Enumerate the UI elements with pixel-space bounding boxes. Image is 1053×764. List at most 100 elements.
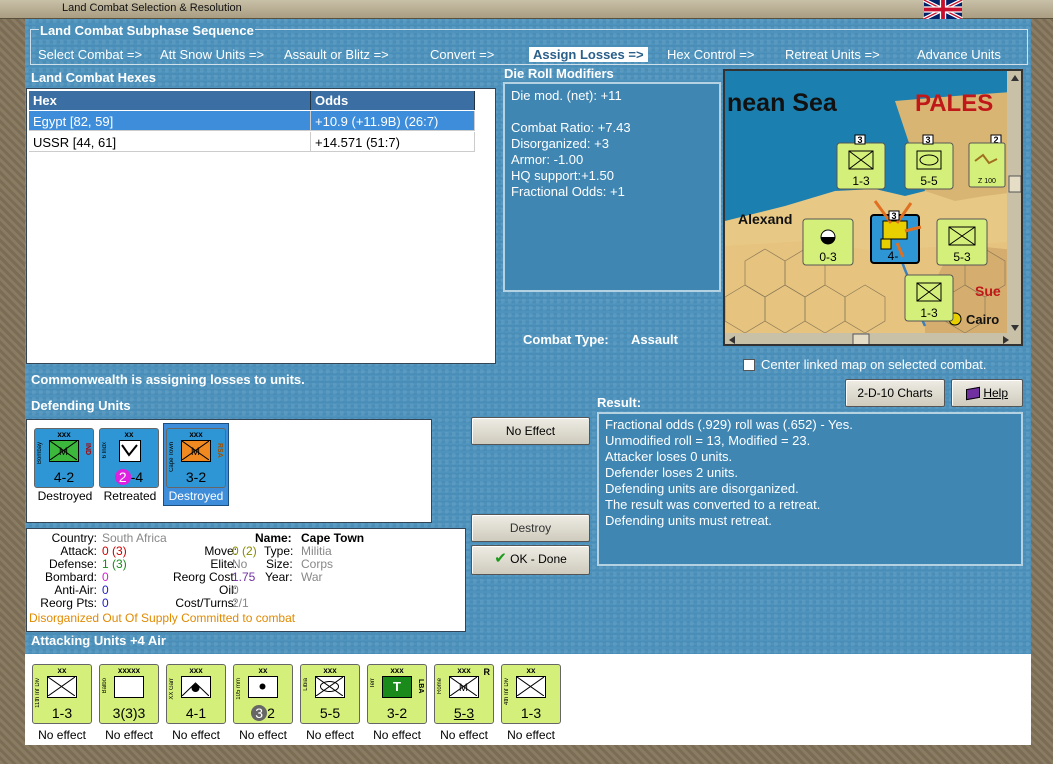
attacking-unit[interactable]: xx 11th Inf Div 1-3	[32, 664, 92, 724]
col-odds[interactable]: Odds	[311, 91, 475, 110]
unit-size: xxx	[189, 666, 203, 675]
map-unit[interactable]: 0-3	[802, 218, 854, 266]
mech-icon: M	[449, 676, 479, 698]
die-mod-line: HQ support:+1.50	[511, 168, 614, 183]
result-box: Fractional odds (.929) roll was (.652) -…	[597, 412, 1023, 566]
step-advance-units[interactable]: Advance Units	[917, 47, 1001, 62]
stack-count: 3	[925, 135, 930, 145]
unit-values: 1-3	[520, 705, 542, 721]
unit-name: Libia	[303, 678, 309, 691]
unit-size: xxxxx	[117, 666, 141, 675]
unit-name: Cape Town	[169, 442, 175, 472]
attack-value: 0 (3)	[102, 544, 127, 558]
help-button[interactable]: Help	[951, 379, 1023, 407]
defending-unit-cape-town[interactable]: xxx Cape Town RSA M 3-2	[166, 428, 226, 488]
type-label: Type:	[264, 544, 294, 558]
title-bar[interactable]: Land Combat Selection & Resolution	[0, 0, 1053, 19]
unit-size: xx	[57, 666, 67, 675]
map-unit[interactable]: 5-5	[904, 142, 954, 190]
table-row[interactable]: Egypt [82, 59] +10.9 (+11.9B) (26:7)	[29, 111, 475, 131]
unit-values: 5-5	[920, 174, 938, 188]
step-assault-or-blitz[interactable]: Assault or Blitz =>	[284, 47, 389, 62]
ok-done-button[interactable]: ✔ OK - Done	[471, 545, 590, 575]
combat-type-value: Assault	[631, 332, 678, 347]
table-row[interactable]: USSR [44, 61] +14.571 (51:7)	[29, 132, 475, 152]
no-effect-button[interactable]: No Effect	[471, 417, 590, 445]
map-vscroll-thumb[interactable]	[1008, 175, 1021, 193]
map-hscroll-thumb[interactable]	[852, 333, 870, 345]
main-content: Land Combat Subphase Sequence Select Com…	[25, 19, 1031, 745]
col-hex[interactable]: Hex	[29, 91, 311, 110]
attacking-title: Attacking Units +4 Air	[31, 633, 166, 648]
attacking-unit[interactable]: xxxxx Balbo 3(3)3	[99, 664, 159, 724]
country-label: Country:	[51, 531, 97, 545]
map-unit[interactable]: 1-3	[904, 274, 954, 322]
step-att-snow-units[interactable]: Att Snow Units =>	[160, 47, 264, 62]
year-value: War	[301, 570, 323, 584]
step-select-combat[interactable]: Select Combat =>	[38, 47, 142, 62]
unit-values: 0-3	[819, 250, 837, 264]
territorial-icon: T	[382, 676, 412, 698]
attacking-unit[interactable]: xx 105 mm 32	[233, 664, 293, 724]
attacking-units-list: xx 11th Inf Div 1-3 No effect xxxxx Balb…	[25, 654, 1031, 745]
center-map-checkbox[interactable]	[743, 359, 755, 371]
unit-size: xxx	[189, 430, 203, 439]
move-base: (2)	[242, 544, 257, 558]
defending-unit-6-indx[interactable]: xx 6 Indx 2 -4	[99, 428, 159, 488]
charts-button[interactable]: 2-D-10 Charts	[845, 379, 945, 407]
step-hex-control[interactable]: Hex Control =>	[667, 47, 754, 62]
unit-status: Retreated	[103, 489, 157, 503]
attacking-unit[interactable]: xxx Rome R M 5-3	[434, 664, 494, 724]
step-assign-losses[interactable]: Assign Losses =>	[529, 47, 648, 62]
die-mod-line: Die mod. (net): +11	[511, 88, 622, 103]
attack-label: Attack:	[60, 544, 97, 558]
hexes-title: Land Combat Hexes	[31, 70, 156, 85]
unit-status: No effect	[373, 728, 421, 742]
die-mod-line: Fractional Odds: +1	[511, 184, 625, 199]
reorg-pts-label: Reorg Pts:	[40, 596, 97, 610]
subphase-sequence: Land Combat Subphase Sequence Select Com…	[30, 23, 1028, 65]
die-roll-modifiers: Die mod. (net): +11 Combat Ratio: +7.43 …	[503, 82, 721, 292]
unit-values-rest: -4	[130, 469, 144, 485]
unit-name: Bombay	[37, 442, 43, 465]
uk-flag-icon[interactable]	[921, 0, 965, 19]
unit-nation: IND	[84, 443, 91, 456]
map-vscroll[interactable]	[1007, 71, 1023, 333]
bombard-value: 0	[102, 570, 109, 584]
attacking-unit[interactable]: xx 4th Inf Div 1-3	[501, 664, 561, 724]
unit-values: 5-5	[319, 705, 341, 721]
unit-badge: 3	[251, 705, 268, 721]
map-unit[interactable]: 5-3	[936, 218, 988, 266]
unit-name: Rome	[437, 678, 443, 695]
mech-icon: M	[181, 440, 211, 462]
attacking-unit[interactable]: xxx Terr LBA T 3-2	[367, 664, 427, 724]
reorg-cost-label: Reorg Cost:	[172, 570, 237, 584]
defending-unit-bombay[interactable]: xxx Bombay IND M 4-2	[34, 428, 94, 488]
elite-value: No	[232, 557, 248, 571]
step-convert[interactable]: Convert =>	[430, 47, 494, 62]
unit-corner: R	[483, 667, 491, 677]
attack-base: (3)	[112, 544, 127, 558]
unit-nation: RSA	[216, 443, 223, 458]
unit-badge: 2	[114, 469, 131, 485]
map-hscroll[interactable]	[725, 333, 1023, 346]
cairo-label: Cairo	[966, 312, 999, 327]
unit-status: No effect	[239, 728, 287, 742]
attacking-unit[interactable]: xxx Libia 5-5	[300, 664, 360, 724]
unit-name: XX Garr	[169, 678, 175, 700]
destroy-button[interactable]: Destroy	[471, 514, 590, 542]
map-unit[interactable]: 1-3	[836, 142, 886, 190]
step-retreat-units[interactable]: Retreat Units =>	[785, 47, 880, 62]
infantry-icon	[516, 676, 546, 698]
size-label: Size:	[266, 557, 293, 571]
attacking-unit[interactable]: xxx XX Garr 4-1	[166, 664, 226, 724]
unit-values: 1-3	[920, 306, 938, 320]
map-drawing[interactable]: nean Sea PALES Alexand Sue Cairo 1-3 5-5…	[725, 71, 1023, 346]
attack-current: 0	[102, 544, 109, 558]
unit-values: 4-2	[53, 469, 75, 485]
unit-status: No effect	[172, 728, 220, 742]
move-current: 0	[232, 544, 239, 558]
armor-icon	[315, 676, 345, 698]
linked-map[interactable]: nean Sea PALES Alexand Sue Cairo 1-3 5-5…	[723, 69, 1023, 346]
stack-count: 3	[857, 135, 862, 145]
